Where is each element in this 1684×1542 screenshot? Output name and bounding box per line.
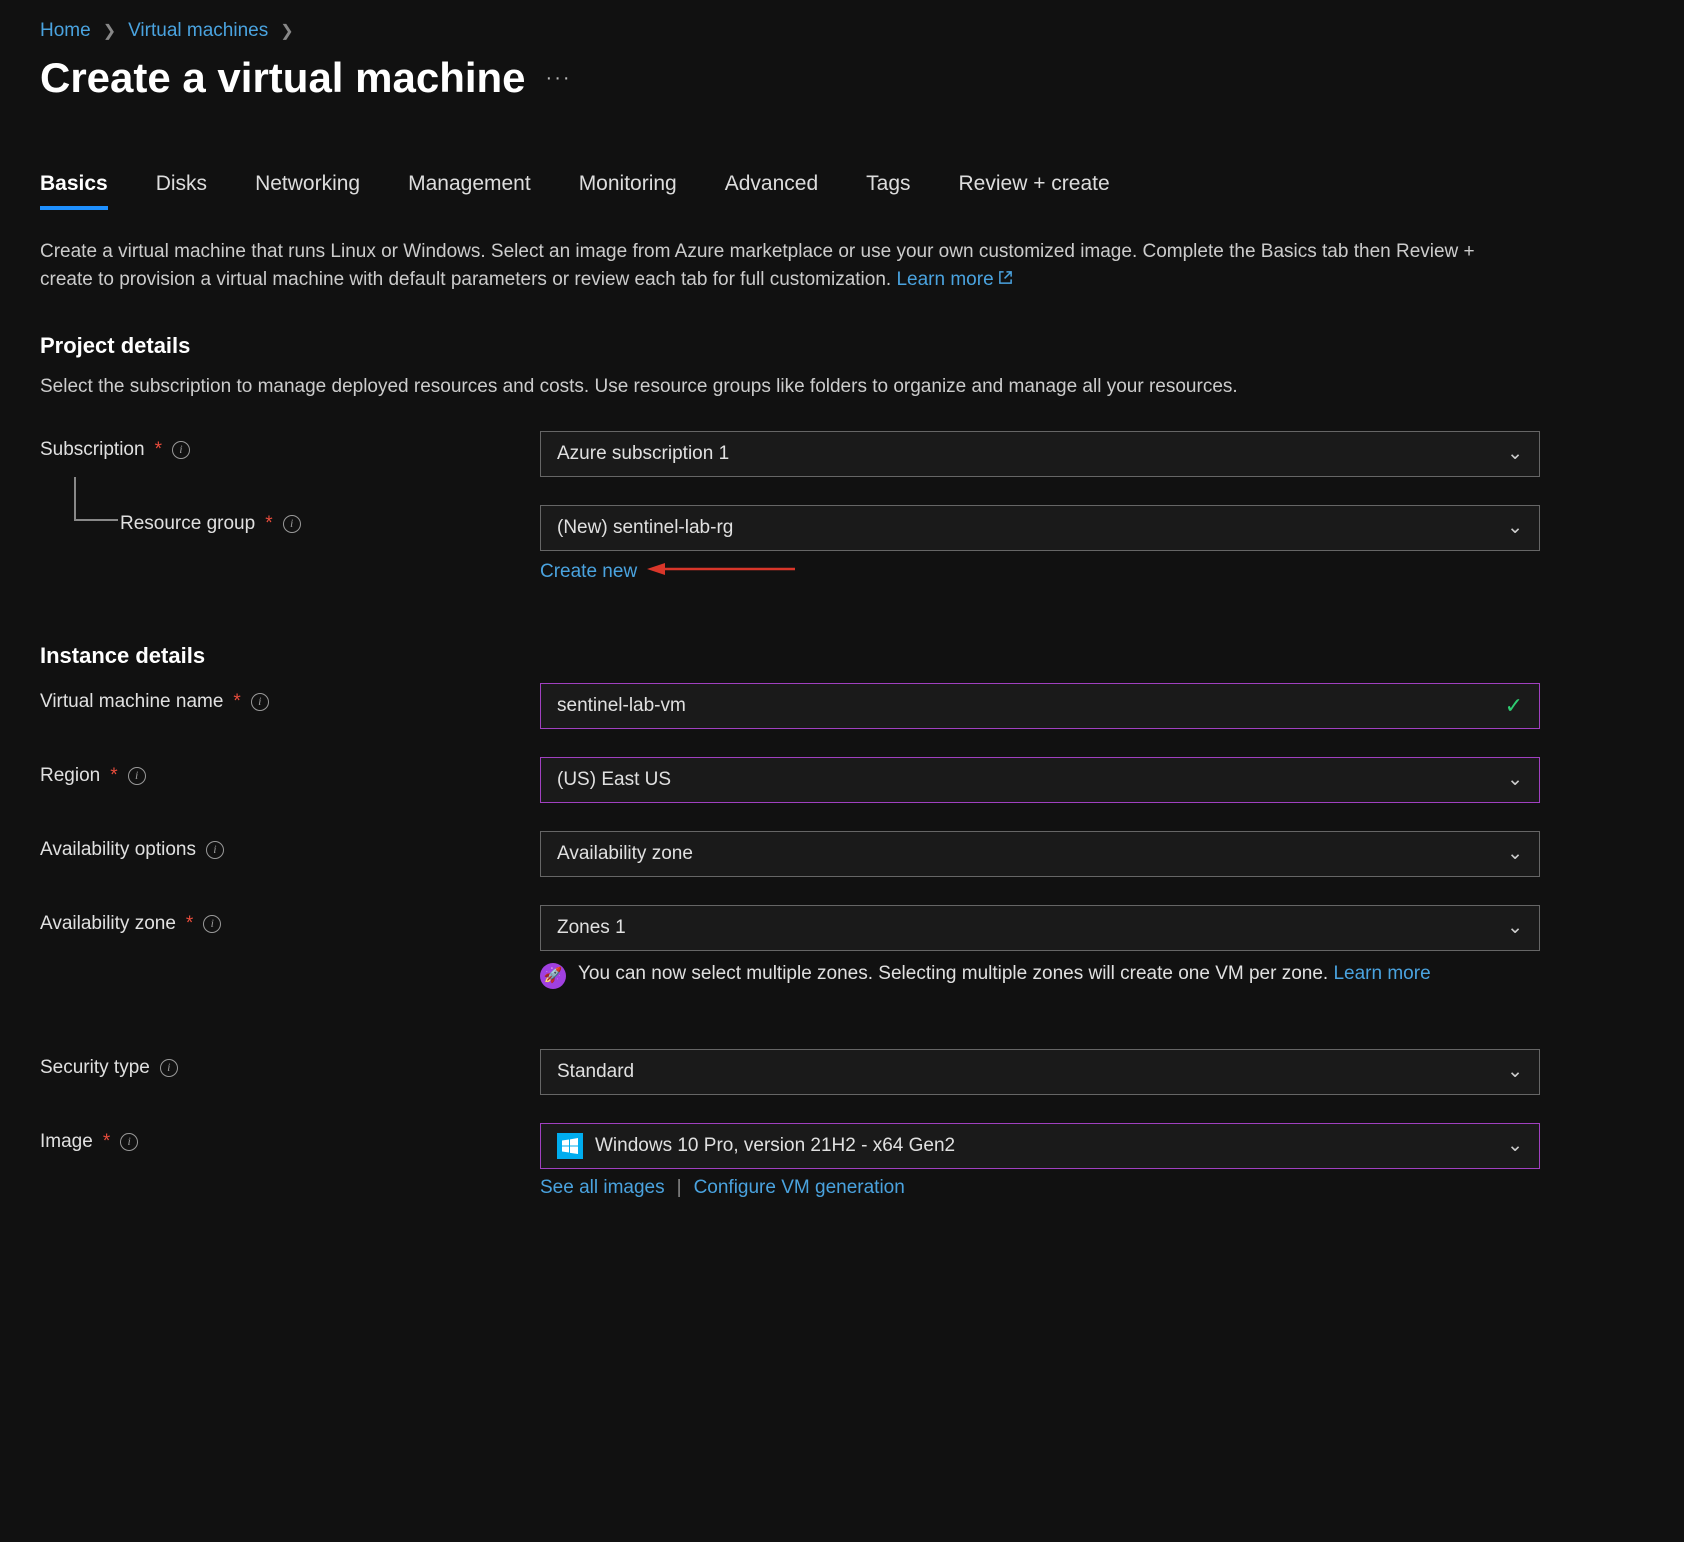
resource-group-label: Resource group <box>120 513 255 535</box>
required-icon: * <box>233 691 240 713</box>
required-icon: * <box>265 513 272 535</box>
chevron-down-icon: ⌄ <box>1507 1060 1523 1083</box>
breadcrumb: Home ❯ Virtual machines ❯ <box>40 20 1644 42</box>
checkmark-icon: ✓ <box>1505 693 1523 719</box>
security-type-select[interactable]: Standard ⌄ <box>540 1049 1540 1095</box>
availability-zone-select[interactable]: Zones 1 ⌄ <box>540 905 1540 951</box>
project-details-desc: Select the subscription to manage deploy… <box>40 373 1520 401</box>
tab-basics[interactable]: Basics <box>40 172 108 210</box>
resource-group-select[interactable]: (New) sentinel-lab-rg ⌄ <box>540 505 1540 551</box>
tab-disks[interactable]: Disks <box>156 172 207 210</box>
tabs: Basics Disks Networking Management Monit… <box>40 172 1644 210</box>
info-icon[interactable]: i <box>160 1059 178 1077</box>
windows-icon <box>557 1133 583 1159</box>
availability-options-label: Availability options <box>40 839 196 861</box>
tree-indent-line <box>74 477 118 521</box>
availability-zone-label: Availability zone <box>40 913 176 935</box>
chevron-down-icon: ⌄ <box>1507 1134 1523 1157</box>
breadcrumb-home[interactable]: Home <box>40 20 91 42</box>
chevron-down-icon: ⌄ <box>1507 916 1523 939</box>
intro-learn-more-link[interactable]: Learn more <box>896 269 1012 290</box>
tab-tags[interactable]: Tags <box>866 172 910 210</box>
section-instance-details: Instance details <box>40 643 1644 669</box>
security-type-label: Security type <box>40 1057 150 1079</box>
info-icon[interactable]: i <box>283 515 301 533</box>
required-icon: * <box>110 765 117 787</box>
chevron-right-icon: ❯ <box>103 21 116 41</box>
chevron-down-icon: ⌄ <box>1507 442 1523 465</box>
chevron-right-icon: ❯ <box>280 21 293 41</box>
availability-options-select[interactable]: Availability zone ⌄ <box>540 831 1540 877</box>
vm-name-label: Virtual machine name <box>40 691 223 713</box>
chevron-down-icon: ⌄ <box>1507 768 1523 791</box>
rocket-icon: 🚀 <box>540 963 566 989</box>
required-icon: * <box>155 439 162 461</box>
tab-management[interactable]: Management <box>408 172 531 210</box>
region-label: Region <box>40 765 100 787</box>
info-icon[interactable]: i <box>128 767 146 785</box>
required-icon: * <box>186 913 193 935</box>
create-new-resource-group-link[interactable]: Create new <box>540 561 637 583</box>
tab-networking[interactable]: Networking <box>255 172 360 210</box>
zone-multi-note: 🚀 You can now select multiple zones. Sel… <box>540 961 1540 989</box>
tab-monitoring[interactable]: Monitoring <box>579 172 677 210</box>
tab-advanced[interactable]: Advanced <box>725 172 818 210</box>
region-select[interactable]: (US) East US ⌄ <box>540 757 1540 803</box>
configure-vm-generation-link[interactable]: Configure VM generation <box>694 1177 905 1199</box>
more-actions-button[interactable]: ··· <box>546 67 572 90</box>
annotation-arrow <box>645 559 795 585</box>
divider: | <box>677 1177 682 1199</box>
breadcrumb-virtual-machines[interactable]: Virtual machines <box>128 20 268 42</box>
info-icon[interactable]: i <box>120 1133 138 1151</box>
see-all-images-link[interactable]: See all images <box>540 1177 665 1199</box>
vm-name-input[interactable]: sentinel-lab-vm ✓ <box>540 683 1540 729</box>
chevron-down-icon: ⌄ <box>1507 516 1523 539</box>
subscription-label: Subscription <box>40 439 145 461</box>
page-title: Create a virtual machine <box>40 54 526 102</box>
info-icon[interactable]: i <box>172 441 190 459</box>
info-icon[interactable]: i <box>203 915 221 933</box>
zone-learn-more-link[interactable]: Learn more <box>1333 963 1430 984</box>
subscription-select[interactable]: Azure subscription 1 ⌄ <box>540 431 1540 477</box>
info-icon[interactable]: i <box>251 693 269 711</box>
chevron-down-icon: ⌄ <box>1507 842 1523 865</box>
external-link-icon <box>998 266 1013 294</box>
image-select[interactable]: Windows 10 Pro, version 21H2 - x64 Gen2 … <box>540 1123 1540 1169</box>
image-label: Image <box>40 1131 93 1153</box>
intro-text: Create a virtual machine that runs Linux… <box>40 238 1520 293</box>
tab-review-create[interactable]: Review + create <box>959 172 1110 210</box>
required-icon: * <box>103 1131 110 1153</box>
info-icon[interactable]: i <box>206 841 224 859</box>
section-project-details: Project details <box>40 333 1644 359</box>
